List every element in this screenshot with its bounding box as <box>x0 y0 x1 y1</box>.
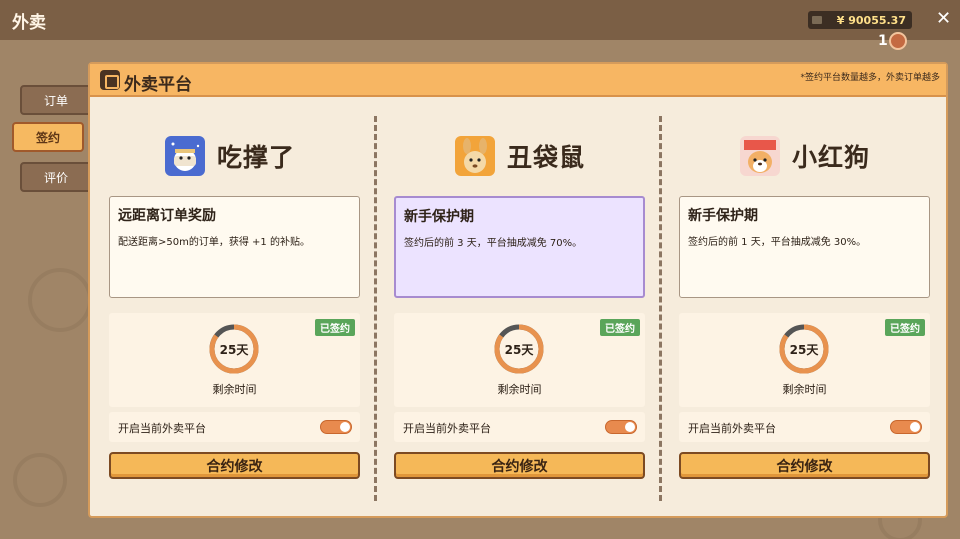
tab-label: 签约 <box>35 130 60 145</box>
panel-header: 外卖平台 *签约平台数量越多，外卖订单越多 <box>90 64 946 97</box>
toggle-knob <box>340 422 350 432</box>
brand-name: 小红狗 <box>792 143 871 172</box>
money-display: ¥ 90055.37 <box>808 11 912 29</box>
tab-label: 评价 <box>43 170 68 185</box>
signed-badge: 已签约 <box>315 319 355 336</box>
contract-status: 已签约 25天 剩余时间 <box>394 313 645 407</box>
remaining-time-ring: 25天 <box>492 322 546 376</box>
enable-platform-toggle[interactable] <box>890 420 922 434</box>
toggle-label: 开启当前外卖平台 <box>688 422 776 435</box>
perk-title: 远距离订单奖励 <box>118 208 216 224</box>
platform-card-xiaohonggou: 小红狗 新手保护期 签约后的前 1 天，平台抽成减免 30%。 已签约 25天 … <box>660 99 930 519</box>
modify-contract-button[interactable]: 合约修改 <box>679 452 930 479</box>
days-remaining: 25天 <box>219 342 249 357</box>
remaining-time-label: 剩余时间 <box>212 383 257 396</box>
signed-badge: 已签约 <box>885 319 925 336</box>
signed-badge: 已签约 <box>600 319 640 336</box>
tab-label: 订单 <box>43 93 68 108</box>
dog-icon <box>740 136 780 176</box>
brand-name: 吃撑了 <box>217 143 296 172</box>
money-value: ¥ 90055.37 <box>836 13 906 27</box>
remaining-time-ring: 25天 <box>207 322 261 376</box>
platform-card-choudaishu: 丑袋鼠 新手保护期 签约后的前 3 天，平台抽成减免 70%。 已签约 25天 … <box>375 99 645 519</box>
enable-platform-row: 开启当前外卖平台 <box>394 412 645 442</box>
tab-orders[interactable]: 订单 <box>20 85 92 115</box>
remaining-time-ring: 25天 <box>777 322 831 376</box>
perk-description: 签约后的前 1 天，平台抽成减免 30%。 <box>688 237 867 248</box>
contract-status: 已签约 25天 剩余时间 <box>109 313 360 407</box>
toggle-label: 开启当前外卖平台 <box>118 422 206 435</box>
perk-card: 新手保护期 签约后的前 3 天，平台抽成减免 70%。 <box>394 196 645 298</box>
app-title: 外卖 <box>12 13 46 33</box>
days-remaining: 25天 <box>504 342 534 357</box>
coin-icon <box>888 32 907 50</box>
brand-name: 丑袋鼠 <box>507 143 586 172</box>
perk-title: 新手保护期 <box>404 209 474 225</box>
noodle-bowl-icon <box>165 136 205 176</box>
brand: 小红狗 <box>740 135 870 177</box>
modify-contract-button[interactable]: 合约修改 <box>394 452 645 479</box>
toggle-label: 开启当前外卖平台 <box>403 422 491 435</box>
top-bar: 外卖 ¥ 90055.37 ✕ <box>0 0 960 40</box>
panel-title: 外卖平台 <box>124 75 192 95</box>
enable-platform-toggle[interactable] <box>320 420 352 434</box>
toggle-knob <box>625 422 635 432</box>
toggle-knob <box>910 422 920 432</box>
platform-icon <box>100 70 120 90</box>
panel-note: *签约平台数量越多，外卖订单越多 <box>800 73 940 83</box>
cash-icon <box>812 16 822 24</box>
enable-platform-toggle[interactable] <box>605 420 637 434</box>
tab-contracts[interactable]: 签约 <box>12 122 84 152</box>
close-icon[interactable]: ✕ <box>936 8 951 29</box>
coin-counter: 1 <box>878 32 907 50</box>
platform-panel: 外卖平台 *签约平台数量越多，外卖订单越多 吃撑了 远距离订单奖励 配送距离>5… <box>88 62 948 518</box>
contract-status: 已签约 25天 剩余时间 <box>679 313 930 407</box>
perk-title: 新手保护期 <box>688 208 758 224</box>
perk-card: 新手保护期 签约后的前 1 天，平台抽成减免 30%。 <box>679 196 930 298</box>
modify-contract-button[interactable]: 合约修改 <box>109 452 360 479</box>
platform-card-chichengle: 吃撑了 远距离订单奖励 配送距离>50m的订单，获得 +1 的补贴。 已签约 2… <box>90 99 360 519</box>
enable-platform-row: 开启当前外卖平台 <box>109 412 360 442</box>
enable-platform-row: 开启当前外卖平台 <box>679 412 930 442</box>
perk-description: 签约后的前 3 天，平台抽成减免 70%。 <box>404 238 583 249</box>
perk-card: 远距离订单奖励 配送距离>50m的订单，获得 +1 的补贴。 <box>109 196 360 298</box>
brand: 丑袋鼠 <box>455 135 585 177</box>
days-remaining: 25天 <box>789 342 819 357</box>
coin-count: 1 <box>878 33 888 49</box>
remaining-time-label: 剩余时间 <box>782 383 827 396</box>
remaining-time-label: 剩余时间 <box>497 383 542 396</box>
tab-reviews[interactable]: 评价 <box>20 162 92 192</box>
kangaroo-icon <box>455 136 495 176</box>
brand: 吃撑了 <box>165 135 295 177</box>
perk-description: 配送距离>50m的订单，获得 +1 的补贴。 <box>118 237 310 248</box>
